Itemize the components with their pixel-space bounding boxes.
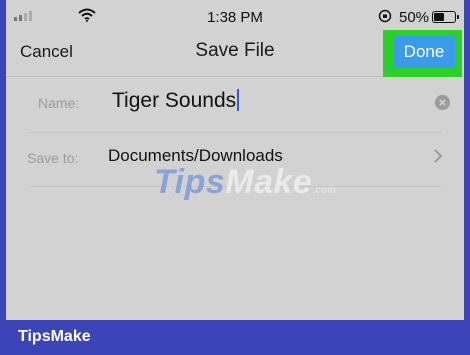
name-field-value: Tiger Sounds <box>112 89 237 112</box>
text-caret <box>237 89 240 111</box>
rotation-lock-icon <box>378 9 392 23</box>
name-field[interactable]: Tiger Sounds <box>112 89 240 113</box>
save-to-label: Save to: <box>27 150 79 166</box>
save-form: Name: Tiger Sounds Save to: Documents/Do… <box>6 78 464 187</box>
divider <box>28 132 442 133</box>
status-bar: 1:38 PM 50% <box>6 0 464 34</box>
done-button[interactable]: Done <box>393 36 455 68</box>
status-time: 1:38 PM <box>207 9 263 26</box>
name-label: Name: <box>38 95 80 111</box>
clear-text-icon[interactable] <box>435 95 450 110</box>
battery-percent: 50% <box>399 9 430 26</box>
navigation-bar: Cancel Save File Done <box>6 30 464 77</box>
name-row: Name: Tiger Sounds <box>6 78 464 132</box>
footer-brand: TipsMake <box>18 328 91 345</box>
chevron-right-icon[interactable] <box>433 148 443 164</box>
watermark: TipsMake.com <box>154 163 337 201</box>
battery-icon <box>432 11 459 23</box>
phone-screen: 1:38 PM 50% Cancel Save File Done Name: … <box>6 0 464 320</box>
